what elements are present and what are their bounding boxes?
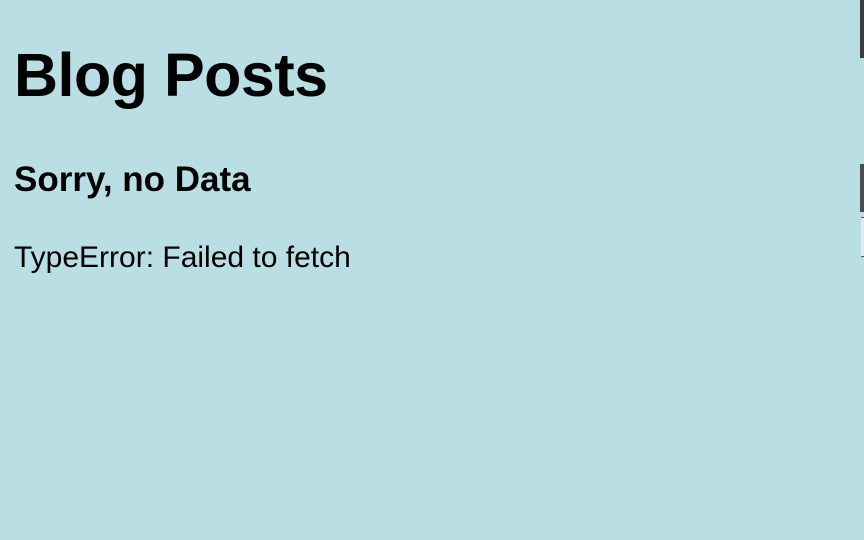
error-heading: Sorry, no Data — [14, 160, 251, 199]
window-edge-top — [860, 0, 864, 58]
error-message: TypeError: Failed to fetch — [14, 241, 351, 274]
window-edge — [860, 0, 864, 540]
window-edge-mid — [860, 164, 864, 212]
page-content: Blog Posts Sorry, no Data TypeError: Fai… — [0, 0, 860, 540]
page-title: Blog Posts — [14, 41, 328, 109]
